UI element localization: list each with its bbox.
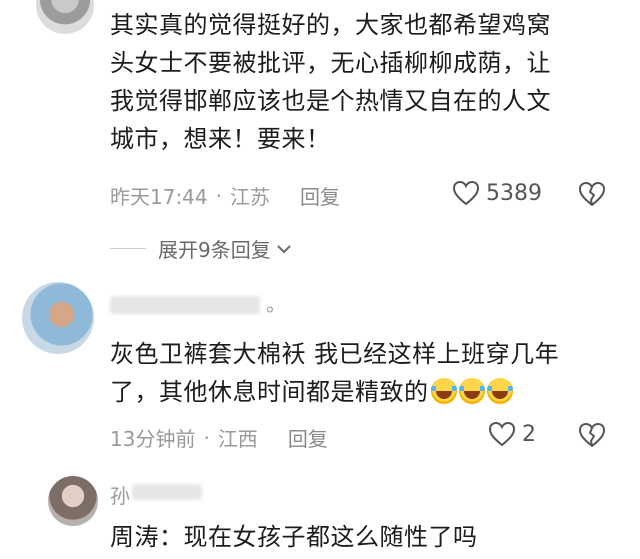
avatar[interactable]	[36, 0, 94, 34]
username-prefix: 孙	[110, 484, 130, 508]
broken-heart-icon	[579, 182, 605, 206]
comment-line: 其实真的觉得挺好的，大家也都希望鸡窝	[110, 11, 551, 39]
reply-button[interactable]: 回复	[300, 181, 340, 210]
expand-replies[interactable]: 展开9条回复	[110, 234, 293, 263]
comment-line: 了，其他休息时间都是精致的	[110, 378, 429, 406]
dislike-button[interactable]	[578, 181, 606, 211]
rofl-emoji-icon	[430, 378, 457, 404]
comment-line: 周涛：现在女孩子都这么随性了吗	[110, 523, 478, 551]
location: 江西	[217, 427, 258, 451]
like-button[interactable]: 5389	[452, 180, 542, 206]
expand-label: 展开9条回复	[158, 238, 271, 262]
comment-line: 灰色卫裤套大棉袄 我已经这样上班穿几年	[110, 340, 560, 368]
broken-heart-icon	[579, 423, 605, 447]
avatar[interactable]	[22, 282, 94, 354]
location: 江苏	[230, 185, 270, 209]
comment-text: 其实真的觉得挺好的，大家也都希望鸡窝 头女士不要被批评，无心插柳柳成荫，让 我觉…	[110, 6, 551, 158]
username-suffix: 。	[266, 292, 286, 316]
like-button[interactable]: 2	[488, 421, 536, 447]
comment-line: 头女士不要被批评，无心插柳柳成荫，让	[110, 49, 551, 77]
heart-outline-icon	[452, 180, 480, 206]
divider	[110, 248, 146, 249]
like-count: 2	[522, 421, 536, 447]
timestamp: 昨天17:44	[110, 185, 208, 209]
reply-button[interactable]: 回复	[288, 423, 328, 452]
comment-text: 灰色卫裤套大棉袄 我已经这样上班穿几年 了，其他休息时间都是精致的	[110, 335, 559, 411]
dislike-button[interactable]	[578, 422, 606, 452]
comment-meta: 13分钟前 · 江西 回复	[110, 423, 328, 452]
comment-line: 城市，想来！要来！	[110, 125, 331, 153]
comment-line: 我觉得邯郸应该也是个热情又自在的人文	[110, 87, 551, 115]
comment-text: 周涛：现在女孩子都这么随性了吗	[110, 518, 478, 556]
avatar[interactable]	[48, 476, 98, 526]
comment-meta: 昨天17:44 · 江苏 回复	[110, 181, 340, 210]
chevron-down-icon	[277, 244, 291, 253]
username-blurred[interactable]	[110, 296, 260, 314]
username-blurred[interactable]	[132, 484, 202, 500]
heart-outline-icon	[488, 421, 516, 447]
rofl-emoji-icon	[486, 378, 513, 404]
timestamp: 13分钟前	[110, 427, 196, 451]
rofl-emoji-icon	[458, 378, 485, 404]
like-count: 5389	[486, 180, 542, 206]
